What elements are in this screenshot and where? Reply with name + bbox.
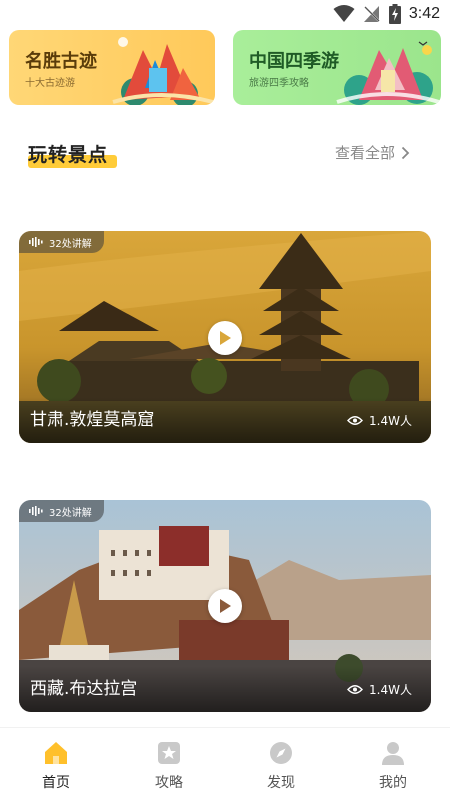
status-icons: 3:42 (333, 4, 440, 24)
play-icon (220, 599, 231, 613)
battery-charging-icon (388, 4, 401, 24)
play-button[interactable] (208, 589, 242, 623)
promo-subtitle: 旅游四季攻略 (249, 78, 309, 89)
attraction-card-potala[interactable]: 32处讲解 西藏.布达拉宫 1.4W人 (19, 500, 431, 712)
view-count: 1.4W人 (347, 681, 412, 698)
play-icon (220, 331, 231, 345)
audio-guide-badge: 32处讲解 (19, 500, 104, 522)
nav-label: 攻略 (155, 775, 183, 791)
historic-sites-illustration (112, 37, 214, 105)
nav-item-guides[interactable]: 攻略 (129, 740, 209, 792)
audio-guide-count: 32处讲解 (49, 507, 92, 519)
play-button[interactable] (208, 321, 242, 355)
nav-item-profile[interactable]: 我的 (353, 740, 433, 792)
wifi-icon (333, 5, 355, 22)
eye-icon (347, 685, 364, 694)
four-seasons-illustration (336, 41, 440, 105)
nav-label: 首页 (42, 775, 70, 791)
view-count: 1.4W人 (347, 412, 412, 429)
status-bar: 3:42 (0, 0, 450, 30)
audio-guide-badge: 32处讲解 (19, 231, 104, 253)
view-count-text: 1.4W人 (369, 683, 412, 697)
status-time: 3:42 (408, 5, 440, 22)
promo-card-four-seasons[interactable]: 中国四季游 旅游四季攻略 (233, 30, 441, 105)
section-header: 玩转景点 (28, 140, 117, 168)
eye-icon (347, 416, 364, 425)
audio-guide-count: 32处讲解 (49, 238, 92, 250)
promo-title: 名胜古迹 (25, 51, 97, 72)
card-footer: 甘肃.敦煌莫高窟 1.4W人 (19, 397, 431, 443)
no-signal-icon (363, 6, 381, 23)
nav-label: 发现 (267, 775, 295, 791)
card-footer: 西藏.布达拉宫 1.4W人 (19, 666, 431, 712)
attraction-name: 甘肃.敦煌莫高窟 (30, 410, 155, 430)
attraction-card-dunhuang[interactable]: 32处讲解 甘肃.敦煌莫高窟 1.4W人 (19, 231, 431, 443)
bottom-nav: 首页 攻略 发现 我的 (0, 727, 450, 801)
audio-wave-icon (29, 506, 43, 516)
chevron-right-icon (401, 146, 410, 159)
view-count-text: 1.4W人 (369, 414, 412, 428)
home-icon (45, 742, 67, 764)
nav-item-discover[interactable]: 发现 (241, 740, 321, 792)
promo-card-historic-sites[interactable]: 名胜古迹 十大古迹游 (9, 30, 215, 105)
nav-item-home[interactable]: 首页 (16, 740, 96, 792)
attraction-name: 西藏.布达拉宫 (30, 679, 138, 699)
promo-subtitle: 十大古迹游 (25, 78, 75, 89)
nav-label: 我的 (379, 775, 407, 791)
audio-wave-icon (29, 237, 43, 247)
section-title: 玩转景点 (28, 144, 109, 166)
view-all-label: 查看全部 (335, 144, 396, 162)
user-icon (382, 742, 404, 765)
promo-title: 中国四季游 (249, 51, 339, 72)
compass-icon (270, 742, 292, 764)
star-icon (158, 742, 180, 764)
view-all-link[interactable]: 查看全部 (335, 142, 410, 163)
